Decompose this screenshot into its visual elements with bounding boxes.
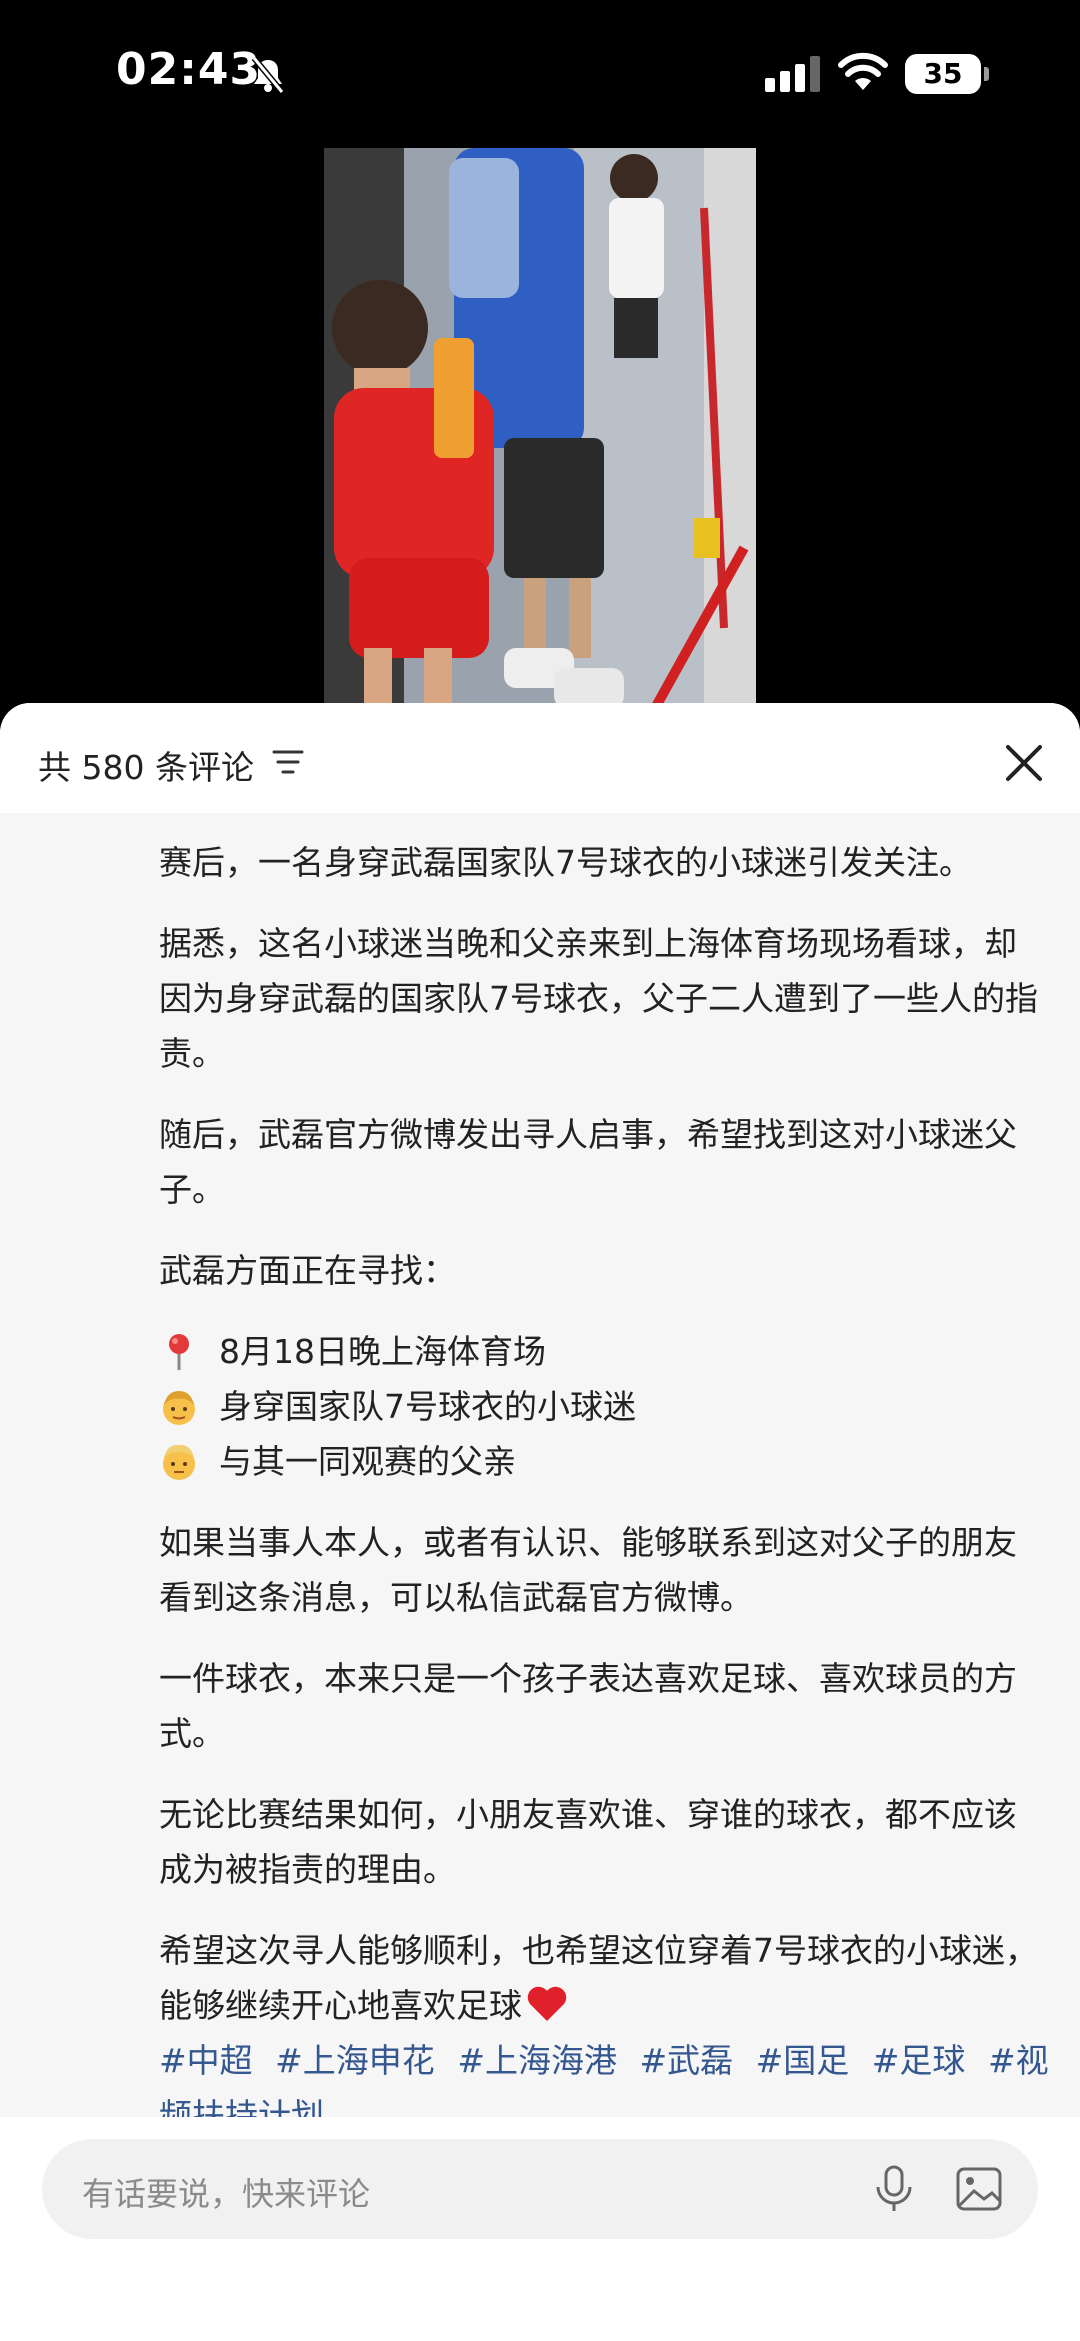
status-time: 02:43 [116, 44, 262, 95]
post-closing: 希望这次寻人能够顺利，也希望这位穿着7号球衣的小球迷，能够继续开心地喜欢足球 [159, 1923, 1049, 2033]
hashtag-link[interactable]: #上海申花 [275, 2041, 435, 2080]
man-emoji-icon [163, 1444, 195, 1480]
comment-input-bar: 有话要说，快来评论 [0, 2117, 1080, 2341]
comments-header: 共 580 条评论 [0, 703, 1080, 813]
hashtag-link[interactable]: #中超 [159, 2041, 253, 2080]
post-paragraph: 希望这次寻人能够顺利，也希望这位穿着7号球衣的小球迷，能够继续开心地喜欢足球 [159, 1931, 1038, 2025]
post-paragraph: 据悉，这名小球迷当晚和父亲来到上海体育场现场看球，却因为身穿武磊的国家队7号球衣… [159, 924, 1038, 1073]
post-paragraph: 随后，武磊官方微博发出寻人启事，希望找到这对小球迷父子。 [159, 1115, 1017, 1209]
post-text: 赛后，一名身穿武磊国家队7号球衣的小球迷引发关注。 据悉，这名小球迷当晚和父亲来… [159, 835, 1049, 2143]
list-item-text: 与其一同观赛的父亲 [219, 1442, 516, 1481]
boy-emoji-icon [163, 1390, 195, 1425]
post-paragraph: 一件球衣，本来只是一个孩子表达喜欢足球、喜欢球员的方式。 [159, 1659, 1017, 1753]
list-item: 8月18日晚上海体育场 [159, 1324, 1049, 1379]
sort-filter-icon[interactable] [270, 748, 306, 778]
list-item: 身穿国家队7号球衣的小球迷 [159, 1379, 1049, 1434]
close-icon[interactable] [1000, 739, 1048, 787]
post-paragraph: 武磊方面正在寻找： [159, 1251, 456, 1290]
hashtag-link[interactable]: #国足 [756, 2041, 850, 2080]
comments-count-title: 共 580 条评论 [38, 748, 254, 787]
video-player[interactable] [324, 148, 756, 710]
list-item-text: 身穿国家队7号球衣的小球迷 [219, 1387, 636, 1426]
comments-sheet: 共 580 条评论 赛后，一名身穿武磊国家队7号球衣的小球迷引发关注。 据悉，这… [0, 703, 1080, 2341]
list-item-text: 8月18日晚上海体育场 [219, 1332, 546, 1371]
battery-indicator: 35 [905, 54, 991, 94]
wifi-icon [838, 52, 888, 90]
battery-level: 35 [923, 57, 963, 90]
cellular-signal-icon [765, 56, 820, 92]
status-bar: 02:43 35 [0, 0, 1080, 150]
video-frame-image [324, 148, 756, 710]
list-item: 与其一同观赛的父亲 [159, 1434, 1049, 1489]
image-picker-icon[interactable] [954, 2163, 1004, 2215]
post-paragraph: 赛后，一名身穿武磊国家队7号球衣的小球迷引发关注。 [159, 843, 972, 882]
comment-input-placeholder: 有话要说，快来评论 [82, 2175, 371, 2213]
hashtag-link[interactable]: #武磊 [639, 2041, 733, 2080]
microphone-icon[interactable] [872, 2163, 916, 2215]
pin-icon [169, 1333, 189, 1370]
comment-input[interactable]: 有话要说，快来评论 [42, 2139, 1038, 2239]
post-paragraph: 如果当事人本人，或者有认识、能够联系到这对父子的朋友看到这条消息，可以私信武磊官… [159, 1523, 1017, 1617]
post-paragraph: 无论比赛结果如何，小朋友喜欢谁、穿谁的球衣，都不应该成为被指责的理由。 [159, 1795, 1017, 1889]
red-heart-icon [527, 1986, 567, 2021]
hashtag-link[interactable]: #上海海港 [457, 2041, 617, 2080]
silent-bell-icon [251, 56, 285, 94]
search-details-list: 8月18日晚上海体育场 身穿国家队7号球衣的小球迷 与其一同观赛的父亲 [159, 1324, 1049, 1489]
hashtag-link[interactable]: #足球 [872, 2041, 966, 2080]
